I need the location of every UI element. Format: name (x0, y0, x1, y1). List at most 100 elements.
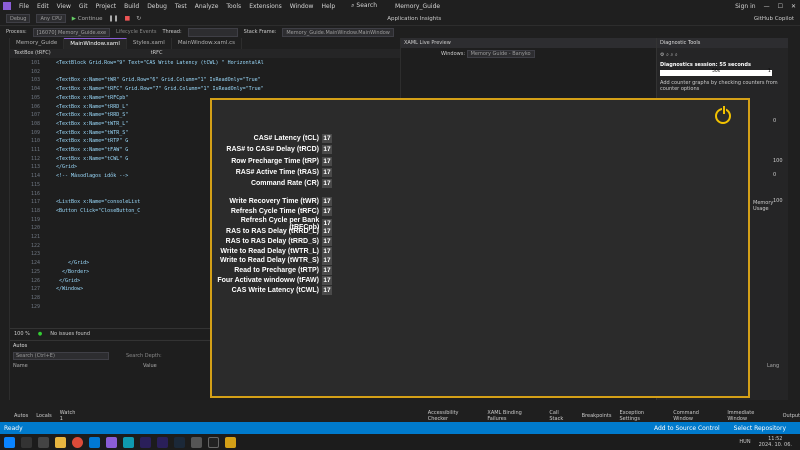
menu-git[interactable]: Git (75, 3, 92, 10)
timing-value[interactable]: 17 (322, 134, 332, 143)
timing-value[interactable]: 17 (322, 167, 332, 177)
bottom-tab-output[interactable]: Output (783, 413, 800, 419)
timing-value[interactable]: 17 (322, 197, 332, 206)
code-line[interactable]: <TextBox x:Name="tRFC" Grid.Row="7" Grid… (56, 86, 264, 92)
code-line[interactable]: <TextBlock Grid.Row="9" Text="CAS Write … (56, 60, 264, 66)
continue-button[interactable]: ▶ Continue (72, 16, 103, 22)
copilot-button[interactable]: GitHub Copilot (754, 16, 794, 22)
menu-debug[interactable]: Debug (143, 3, 171, 10)
explorer-icon[interactable] (55, 436, 66, 448)
bottom-tab-watch-1[interactable]: Watch 1 (60, 410, 80, 422)
zoom-level[interactable]: 100 % (14, 331, 30, 337)
search-taskbar-icon[interactable] (21, 436, 32, 448)
diag-memory-usage[interactable]: Memory Usage (753, 200, 788, 212)
bottom-tab-accessibility-checker[interactable]: Accessibility Checker (428, 410, 480, 422)
process-dropdown[interactable]: [16070] Memory_Guide.exe (32, 27, 111, 37)
minimize-button[interactable]: — (760, 3, 774, 10)
app-icon[interactable] (191, 436, 202, 448)
timing-value[interactable]: 17 (322, 206, 332, 216)
language-indicator[interactable]: HUN (739, 439, 750, 445)
element-dropdown[interactable]: TextBox (tRFC) (14, 49, 51, 58)
bottom-tab-breakpoints[interactable]: Breakpoints (582, 413, 612, 419)
member-dropdown[interactable]: tRFC (151, 49, 163, 58)
bottom-tab-autos[interactable]: Autos (14, 413, 28, 419)
signin-link[interactable]: Sign in (731, 3, 759, 10)
stackframe-dropdown[interactable]: Memory_Guide.MainWindow.MainWindow (282, 27, 394, 37)
bottom-tab-immediate-window[interactable]: Immediate Window (727, 410, 774, 422)
timing-value[interactable]: 17 (322, 246, 332, 256)
stop-icon[interactable]: ■ (125, 15, 131, 22)
menu-analyze[interactable]: Analyze (191, 3, 223, 10)
code-line[interactable]: </Grid> (56, 278, 80, 284)
vscode-icon[interactable] (89, 436, 100, 448)
bottom-tab-exception-settings[interactable]: Exception Settings (619, 410, 665, 422)
timing-value[interactable]: 17 (322, 156, 332, 166)
premiere-icon[interactable] (140, 436, 151, 448)
bottom-tab-call-stack[interactable]: Call Stack (549, 410, 573, 422)
menu-view[interactable]: View (53, 3, 75, 10)
code-line[interactable]: <TextBox x:Name="tWTR_S" (56, 130, 128, 136)
autos-search-input[interactable]: Search (Ctrl+E) (13, 352, 109, 360)
clock[interactable]: 11:52 2024. 10. 06. (759, 436, 792, 448)
menu-window[interactable]: Window (286, 3, 318, 10)
menu-file[interactable]: File (15, 3, 33, 10)
timing-value[interactable]: 17 (322, 266, 332, 276)
diag-timeline[interactable]: 50s 1 (660, 69, 772, 76)
maximize-button[interactable]: ☐ (774, 3, 787, 10)
thread-dropdown[interactable] (187, 27, 238, 37)
lifecycle-button[interactable]: Lifecycle Events (116, 29, 156, 35)
search-box[interactable]: ⌕ Search (347, 2, 381, 10)
menu-edit[interactable]: Edit (33, 3, 53, 10)
timing-value[interactable]: 17 (322, 276, 332, 286)
code-line[interactable]: <TextBox x:Name="tRFCpb" (56, 95, 128, 101)
blend-icon[interactable] (123, 436, 134, 448)
bottom-tab-command-window[interactable]: Command Window (673, 410, 719, 422)
menu-extensions[interactable]: Extensions (245, 3, 286, 10)
config-dropdown[interactable]: Debug (6, 14, 31, 23)
timing-value[interactable]: 17 (322, 145, 332, 155)
bottom-tab-xaml-binding-failures[interactable]: XAML Binding Failures (487, 410, 541, 422)
tab-memory-guide[interactable]: Memory_Guide (10, 38, 65, 49)
timing-value[interactable]: 17 (322, 286, 332, 296)
timing-value[interactable]: 17 (322, 226, 332, 236)
platform-dropdown[interactable]: Any CPU (36, 14, 66, 23)
taskview-icon[interactable] (38, 436, 49, 448)
power-icon[interactable] (715, 106, 731, 124)
visual-studio-icon[interactable] (106, 436, 117, 448)
code-line[interactable]: </Window> (56, 286, 83, 292)
timing-value[interactable]: 17 (322, 179, 332, 189)
windows-start-icon[interactable] (4, 436, 15, 448)
insights-button[interactable]: Application Insights (387, 16, 441, 22)
tab-mainwindow-cs[interactable]: MainWindow.xaml.cs (172, 38, 243, 49)
tab-styles-xaml[interactable]: Styles.xaml (127, 38, 172, 49)
menu-help[interactable]: Help (317, 3, 339, 10)
code-line[interactable]: <TextBox x:Name="tWR" Grid.Row="6" Grid.… (56, 77, 261, 83)
restart-icon[interactable]: ↻ (136, 15, 141, 22)
premiere2-icon[interactable] (157, 436, 168, 448)
code-line[interactable]: <ListBox x:Name="consoleList (56, 199, 140, 205)
xaml-window-selector[interactable]: Windows: Memory Guide - Banyko (441, 50, 535, 58)
steam-icon[interactable] (174, 436, 185, 448)
code-line[interactable]: </Grid> (56, 164, 77, 170)
menu-build[interactable]: Build (120, 3, 143, 10)
terminal-icon[interactable] (208, 436, 219, 448)
code-line[interactable]: <TextBox x:Name="tWTR_L" (56, 121, 128, 127)
add-source-control-button[interactable]: Add to Source Control (654, 425, 720, 432)
chrome-icon[interactable] (72, 436, 83, 448)
timing-value[interactable]: 17 (322, 236, 332, 246)
close-button[interactable]: ✕ (787, 3, 800, 10)
code-line[interactable]: <TextBox x:Name="tCWL" G (56, 156, 128, 162)
tab-mainwindow-xaml[interactable]: MainWindow.xaml (64, 38, 127, 49)
menu-project[interactable]: Project (92, 3, 121, 10)
code-line[interactable]: <TextBox x:Name="tFAW" G (56, 147, 128, 153)
vs-logo-icon[interactable] (3, 2, 11, 10)
pause-icon[interactable]: ❚❚ (108, 15, 118, 22)
memory-guide-taskbar-icon[interactable] (225, 436, 236, 448)
code-line[interactable]: <TextBox x:Name="tRRD_S" (56, 112, 128, 118)
issues-status[interactable]: No issues found (50, 331, 90, 337)
code-line[interactable]: <TextBox x:Name="tRRD_L" (56, 104, 128, 110)
code-line[interactable]: <Button Click="CloseButton_C (56, 208, 140, 214)
select-repository-button[interactable]: Select Repository (734, 425, 786, 432)
menu-test[interactable]: Test (171, 3, 191, 10)
bottom-tab-locals[interactable]: Locals (36, 413, 52, 419)
